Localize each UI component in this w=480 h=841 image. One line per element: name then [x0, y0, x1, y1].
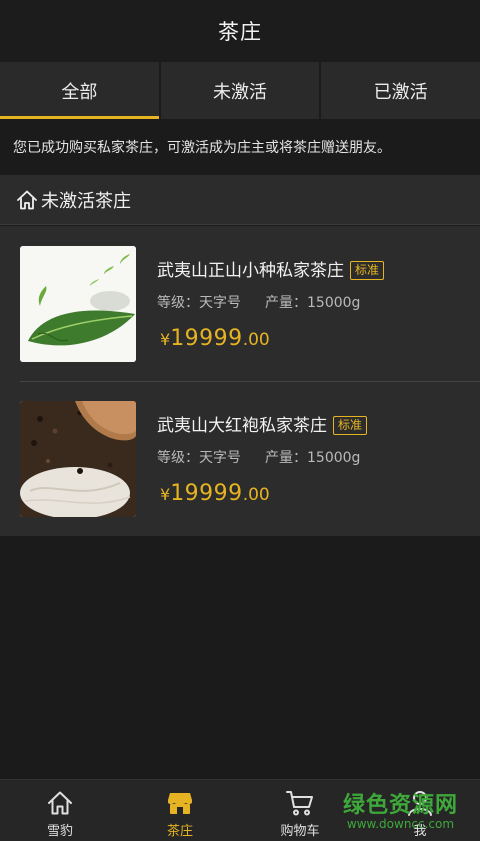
nav-item-estate[interactable]: 茶庄 — [120, 780, 240, 841]
product-output: 产量：15000g — [265, 295, 361, 311]
product-meta: 等级：天字号 产量：15000g — [157, 447, 360, 467]
nav-label: 雪豹 — [46, 824, 73, 839]
tab-all[interactable]: 全部 — [0, 62, 161, 119]
list-item[interactable]: 武夷山正山小种私家茶庄 标准 等级：天字号 产量：15000g ¥19999.00 — [0, 226, 480, 382]
product-badge: 标准 — [350, 261, 385, 280]
home-icon — [48, 791, 72, 815]
product-image — [20, 246, 136, 362]
product-badge: 标准 — [333, 416, 368, 435]
nav-label: 我 — [413, 824, 427, 839]
nav-item-cart[interactable]: 购物车 — [240, 780, 360, 841]
page-title: 茶庄 — [218, 20, 262, 44]
section-title: 未激活茶庄 — [41, 190, 131, 212]
tab-activated[interactable]: 已激活 — [321, 62, 480, 119]
product-image — [20, 401, 136, 517]
tab-label: 未激活 — [213, 81, 267, 103]
tab-inactive[interactable]: 未激活 — [161, 62, 322, 119]
bottom-nav: 雪豹 茶庄 购物车 我 — [0, 779, 480, 841]
product-grade: 等级：天字号 — [157, 450, 241, 466]
product-name: 武夷山正山小种私家茶庄 标准 — [157, 256, 385, 281]
nav-label: 茶庄 — [166, 824, 193, 839]
product-meta: 等级：天字号 产量：15000g — [157, 292, 360, 312]
home-icon — [17, 190, 37, 209]
nav-label: 购物车 — [280, 824, 320, 839]
product-price: ¥19999.00 — [160, 481, 270, 506]
product-price: ¥19999.00 — [160, 326, 270, 351]
cart-icon — [286, 791, 313, 816]
shop-icon — [168, 793, 192, 814]
tea-estate-list: 武夷山正山小种私家茶庄 标准 等级：天字号 产量：15000g ¥19999.00 — [0, 226, 480, 536]
section-header: 未激活茶庄 — [0, 175, 480, 225]
tab-label: 已激活 — [373, 81, 428, 103]
top-bar: 茶庄 — [0, 0, 480, 62]
product-name: 武夷山大红袍私家茶庄 标准 — [157, 411, 368, 436]
notice-text: 您已成功购买私家茶庄，可激活成为庄主或将茶庄赠送朋友。 — [13, 140, 391, 156]
nav-item-me[interactable]: 我 — [360, 780, 480, 841]
list-item[interactable]: 武夷山大红袍私家茶庄 标准 等级：天字号 产量：15000g ¥19999.00 — [0, 381, 480, 536]
user-icon — [408, 791, 432, 816]
tab-label: 全部 — [61, 81, 98, 103]
product-output: 产量：15000g — [265, 450, 361, 466]
tab-bar: 全部 未激活 已激活 — [0, 62, 480, 119]
product-grade: 等级：天字号 — [157, 295, 241, 311]
nav-item-home[interactable]: 雪豹 — [0, 780, 120, 841]
